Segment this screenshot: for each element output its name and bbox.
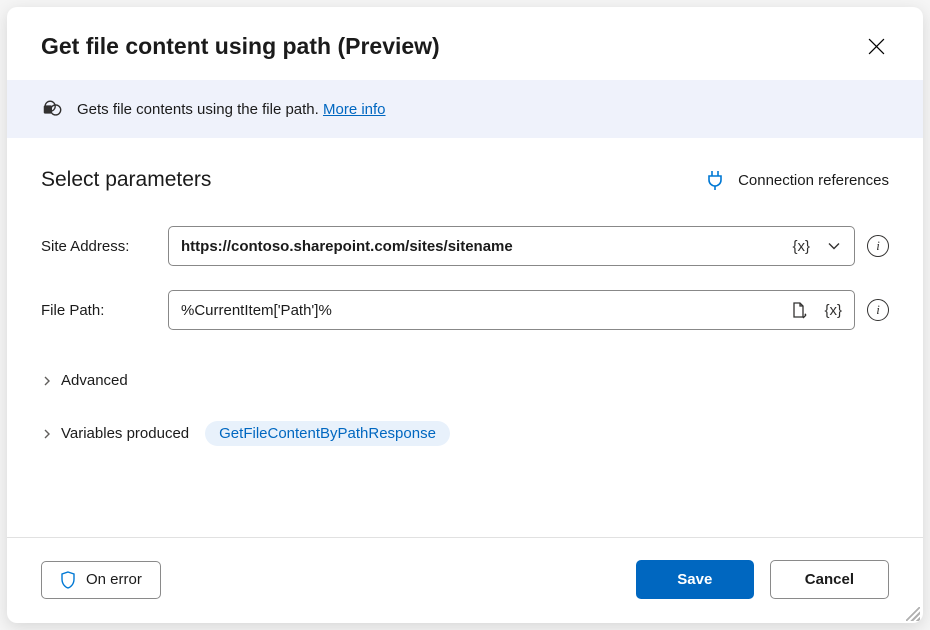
on-error-button[interactable]: On error bbox=[41, 561, 161, 599]
param-row-site-address: Site Address: {x} i bbox=[41, 226, 889, 266]
info-banner: S Gets file contents using the file path… bbox=[7, 80, 923, 138]
variable-token-button[interactable]: {x} bbox=[820, 300, 846, 321]
file-path-label: File Path: bbox=[41, 302, 156, 319]
svg-text:S: S bbox=[46, 107, 50, 114]
info-icon: i bbox=[876, 302, 880, 318]
dialog-footer: On error Save Cancel bbox=[7, 537, 923, 623]
save-button[interactable]: Save bbox=[636, 560, 754, 599]
file-path-input[interactable] bbox=[181, 302, 786, 319]
variable-chip[interactable]: GetFileContentByPathResponse bbox=[205, 421, 450, 446]
body-top-row: Select parameters Connection references bbox=[41, 168, 889, 192]
chevron-down-icon bbox=[826, 238, 842, 254]
close-button[interactable] bbox=[864, 34, 889, 59]
connection-references-button[interactable]: Connection references bbox=[706, 170, 889, 190]
site-address-input[interactable] bbox=[181, 238, 788, 255]
sharepoint-icon: S bbox=[41, 98, 63, 120]
variable-token-button[interactable]: {x} bbox=[788, 236, 814, 257]
variables-produced-label: Variables produced bbox=[61, 425, 189, 442]
connection-references-label: Connection references bbox=[738, 172, 889, 189]
file-path-info-button[interactable]: i bbox=[867, 299, 889, 321]
action-dialog: Get file content using path (Preview) S … bbox=[7, 7, 923, 623]
cancel-button[interactable]: Cancel bbox=[770, 560, 889, 599]
on-error-label: On error bbox=[86, 571, 142, 588]
banner-text: Gets file contents using the file path. … bbox=[77, 101, 386, 118]
site-address-info-button[interactable]: i bbox=[867, 235, 889, 257]
site-address-input-wrap: {x} bbox=[168, 226, 855, 266]
more-info-link[interactable]: More info bbox=[323, 101, 386, 118]
file-picker-icon bbox=[790, 301, 808, 319]
advanced-expander[interactable]: Advanced bbox=[41, 372, 889, 389]
param-row-file-path: File Path: {x} i bbox=[41, 290, 889, 330]
dialog-body: Select parameters Connection references … bbox=[7, 138, 923, 537]
dialog-title: Get file content using path (Preview) bbox=[41, 33, 440, 60]
dialog-header: Get file content using path (Preview) bbox=[7, 7, 923, 80]
variables-produced-expander[interactable]: Variables produced GetFileContentByPathR… bbox=[41, 421, 889, 446]
chevron-right-icon bbox=[41, 375, 53, 387]
site-address-label: Site Address: bbox=[41, 238, 156, 255]
close-icon bbox=[868, 38, 885, 55]
resize-grip[interactable] bbox=[906, 607, 920, 621]
plug-icon bbox=[706, 170, 724, 190]
footer-right: Save Cancel bbox=[636, 560, 889, 599]
select-parameters-heading: Select parameters bbox=[41, 168, 211, 192]
advanced-label: Advanced bbox=[61, 372, 128, 389]
chevron-right-icon bbox=[41, 428, 53, 440]
file-picker-button[interactable] bbox=[786, 299, 812, 321]
dropdown-button[interactable] bbox=[822, 236, 846, 256]
info-icon: i bbox=[876, 238, 880, 254]
file-path-input-wrap: {x} bbox=[168, 290, 855, 330]
shield-icon bbox=[60, 571, 76, 589]
